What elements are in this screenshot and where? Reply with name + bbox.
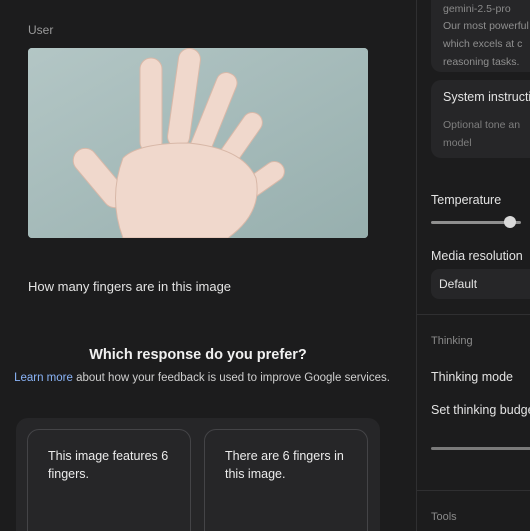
model-selector-card[interactable]: gemini-2.5-pro Our most powerful which e…	[431, 0, 530, 72]
role-label: User	[28, 23, 54, 37]
model-description-line: which excels at c	[443, 38, 523, 50]
thinking-budget-label: Set thinking budget	[431, 403, 530, 417]
preference-info-text: about how your feedback is used to impro…	[72, 372, 390, 384]
thinking-budget-slider[interactable]	[431, 447, 530, 450]
chat-panel: User How many fingers are in this image	[0, 0, 416, 531]
learn-more-link[interactable]: Learn more	[14, 372, 73, 384]
model-description-line: Our most powerful	[443, 20, 529, 32]
temperature-label: Temperature	[431, 193, 502, 207]
uploaded-image[interactable]	[28, 48, 368, 238]
run-settings-panel: gemini-2.5-pro Our most powerful which e…	[417, 0, 530, 531]
response-option-b[interactable]: There are 6 fingers in this image.	[204, 429, 368, 531]
media-resolution-label: Media resolution	[431, 249, 523, 263]
tools-section-label: Tools	[431, 511, 457, 523]
thinking-mode-label: Thinking mode	[431, 370, 513, 384]
media-resolution-select[interactable]: Default	[431, 269, 530, 299]
model-name: gemini-2.5-pro	[443, 3, 511, 15]
system-instructions-placeholder: Optional tone an	[443, 119, 521, 131]
model-description-line: reasoning tasks.	[443, 56, 520, 68]
thinking-section-label: Thinking	[431, 335, 473, 347]
temperature-slider-thumb[interactable]	[504, 216, 516, 228]
preference-title: Which response do you prefer?	[89, 347, 307, 363]
section-divider	[417, 490, 530, 491]
response-options: This image features 6 fingers. There are…	[16, 418, 380, 531]
system-instructions-card[interactable]: System instructions Optional tone an mod…	[431, 80, 530, 158]
system-instructions-placeholder: model	[443, 137, 472, 149]
preference-info: Learn more about how your feedback is us…	[14, 369, 390, 387]
system-instructions-title: System instructions	[443, 90, 530, 104]
section-divider	[417, 314, 530, 315]
user-prompt: How many fingers are in this image	[28, 279, 232, 294]
hand-photo	[28, 48, 368, 238]
response-option-a[interactable]: This image features 6 fingers.	[27, 429, 191, 531]
